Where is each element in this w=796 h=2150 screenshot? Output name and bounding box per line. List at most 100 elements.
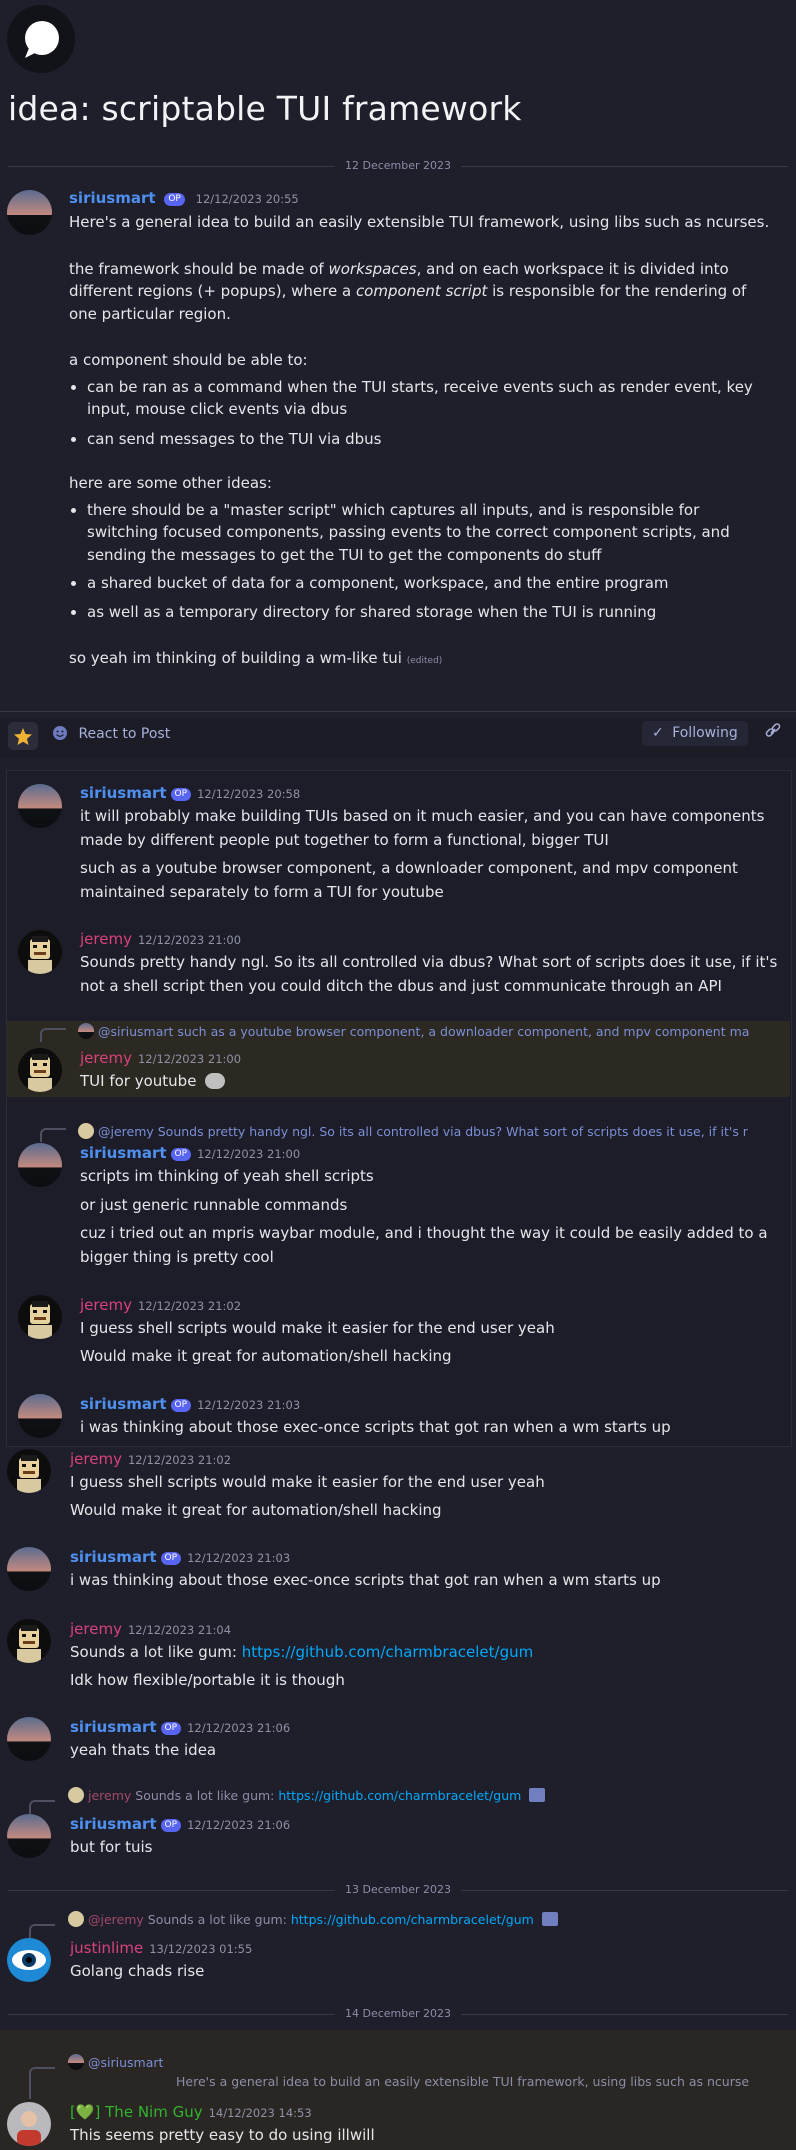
star-button[interactable] <box>8 722 38 750</box>
message-text: I guess shell scripts would make it easi… <box>80 1319 555 1337</box>
paragraph: a component should be able to: <box>69 351 308 369</box>
timestamp: 12/12/2023 21:03 <box>197 1398 301 1412</box>
avatar[interactable] <box>18 1295 62 1339</box>
username[interactable]: jeremy <box>80 1049 132 1067</box>
avatar[interactable] <box>18 1048 62 1092</box>
reply-preview[interactable]: @siriusmart such as a youtube browser co… <box>78 1023 768 1042</box>
username[interactable]: [💚] The Nim Guy <box>70 2103 203 2121</box>
reply-preview[interactable]: @jeremy Sounds a lot like gum: https://g… <box>68 1911 768 1930</box>
message-text: not a shell script then you could ditch … <box>80 977 722 995</box>
reply-connector <box>40 1028 66 1042</box>
person-avatar-icon <box>17 2111 41 2146</box>
username[interactable]: jeremy <box>80 1296 132 1314</box>
username[interactable]: justinlime <box>70 1939 143 1957</box>
message-header: justinlime 13/12/2023 01:55 <box>70 1937 252 1960</box>
trollface-avatar-icon <box>28 1301 52 1339</box>
following-button[interactable]: ✓ Following <box>642 721 748 746</box>
bullet-list: can be ran as a command when the TUI sta… <box>69 376 769 451</box>
avatar[interactable] <box>7 1449 51 1493</box>
message-header: jeremy 12/12/2023 21:00 <box>80 1047 241 1070</box>
op-badge: OP <box>170 788 192 801</box>
avatar[interactable] <box>18 1394 62 1438</box>
paragraph: here are some other ideas: <box>69 474 272 492</box>
message-text: Sounds a lot like gum: https://github.co… <box>70 1643 534 1661</box>
op-badge: OP <box>160 1552 182 1565</box>
username[interactable]: siriusmart <box>69 189 156 207</box>
check-icon: ✓ <box>652 725 664 741</box>
timestamp: 12/12/2023 21:00 <box>137 933 242 947</box>
message-text: i was thinking about those exec-once scr… <box>70 1571 661 1589</box>
avatar[interactable] <box>7 1619 51 1663</box>
message-text: This seems pretty easy to do using illwi… <box>70 2126 375 2144</box>
message-text: such as a youtube browser component, a d… <box>80 859 738 877</box>
avatar <box>68 2054 84 2070</box>
paragraph: the framework should be made of workspac… <box>69 259 729 278</box>
message-header: siriusmart OP 12/12/2023 21:03 <box>80 1393 300 1416</box>
list-item: a shared bucket of data for a component,… <box>87 572 769 595</box>
message-text: or just generic runnable commands <box>80 1196 348 1214</box>
image-icon <box>541 1912 558 1926</box>
avatar[interactable] <box>18 930 62 974</box>
avatar <box>78 1023 94 1039</box>
reply-preview-text[interactable]: Here's a general idea to build an easily… <box>176 2073 776 2092</box>
avatar <box>78 1123 94 1139</box>
username[interactable]: siriusmart <box>70 1815 157 1833</box>
message-header: siriusmart OP 12/12/2023 21:00 <box>80 1142 300 1165</box>
timestamp: 12/12/2023 21:03 <box>187 1551 291 1565</box>
username[interactable]: jeremy <box>70 1450 122 1468</box>
reply-preview[interactable]: @siriusmart <box>68 2054 768 2073</box>
react-to-post-button[interactable]: React to Post <box>52 724 170 745</box>
reply-connector <box>29 1924 55 1938</box>
trollface-emoji-icon <box>205 1073 226 1089</box>
username[interactable]: jeremy <box>80 930 132 948</box>
timestamp: 14/12/2023 14:53 <box>208 2106 312 2120</box>
post-title: idea: scriptable TUI framework <box>8 89 522 128</box>
message-header: siriusmart OP 12/12/2023 20:58 <box>80 782 300 805</box>
avatar[interactable] <box>7 1717 51 1761</box>
op-badge: OP <box>160 1722 182 1735</box>
username[interactable]: jeremy <box>70 1620 122 1638</box>
message-text: I guess shell scripts would make it easi… <box>70 1473 545 1491</box>
message-text: cuz i tried out an mpris waybar module, … <box>80 1224 768 1242</box>
paragraph: different regions (+ popups), where a co… <box>69 282 747 300</box>
message-header: siriusmart OP 12/12/2023 21:06 <box>70 1716 290 1739</box>
avatar[interactable] <box>18 784 62 828</box>
timestamp: 12/12/2023 21:06 <box>187 1721 291 1735</box>
message-header: jeremy 12/12/2023 21:04 <box>70 1618 231 1641</box>
date-label: 13 December 2023 <box>335 1883 462 1897</box>
username[interactable]: siriusmart <box>80 1144 167 1162</box>
op-badge: OP <box>160 1819 182 1832</box>
reply-preview[interactable]: @jeremy Sounds pretty handy ngl. So its … <box>78 1123 768 1142</box>
avatar[interactable] <box>7 1547 51 1591</box>
gum-link[interactable]: https://github.com/charmbracelet/gum <box>242 1643 534 1661</box>
copy-link-icon[interactable] <box>764 722 782 747</box>
paragraph: Here's a general idea to build an easily… <box>69 213 770 231</box>
username[interactable]: siriusmart <box>80 1395 167 1413</box>
avatar[interactable] <box>7 1938 51 1982</box>
trollface-avatar-icon <box>17 1455 41 1493</box>
image-icon <box>529 1788 546 1802</box>
username[interactable]: siriusmart <box>70 1718 157 1736</box>
username[interactable]: siriusmart <box>70 1548 157 1566</box>
reply-preview[interactable]: jeremy Sounds a lot like gum: https://gi… <box>68 1787 768 1806</box>
trollface-avatar-icon <box>28 1054 52 1092</box>
avatar[interactable] <box>7 190 52 235</box>
reply-connector <box>29 1800 55 1814</box>
message-text: yeah thats the idea <box>70 1741 217 1759</box>
avatar[interactable] <box>7 2102 51 2146</box>
trollface-avatar-icon <box>28 936 52 974</box>
op-badge: OP <box>170 1148 192 1161</box>
username[interactable]: siriusmart <box>80 784 167 802</box>
forum-channel-icon <box>7 5 75 73</box>
timestamp: 12/12/2023 20:58 <box>197 787 301 801</box>
chat-bubble-icon <box>25 21 59 58</box>
message-header: jeremy 12/12/2023 21:02 <box>70 1448 231 1471</box>
message-header: siriusmart OP 12/12/2023 21:06 <box>70 1813 290 1836</box>
avatar[interactable] <box>18 1143 62 1187</box>
bullet-list: there should be a "master script" which … <box>69 499 769 624</box>
reply-connector <box>29 2067 55 2099</box>
date-label: 14 December 2023 <box>335 2007 462 2021</box>
timestamp: 12/12/2023 21:04 <box>127 1623 232 1637</box>
avatar[interactable] <box>7 1814 51 1858</box>
list-item: as well as a temporary directory for sha… <box>87 601 769 624</box>
